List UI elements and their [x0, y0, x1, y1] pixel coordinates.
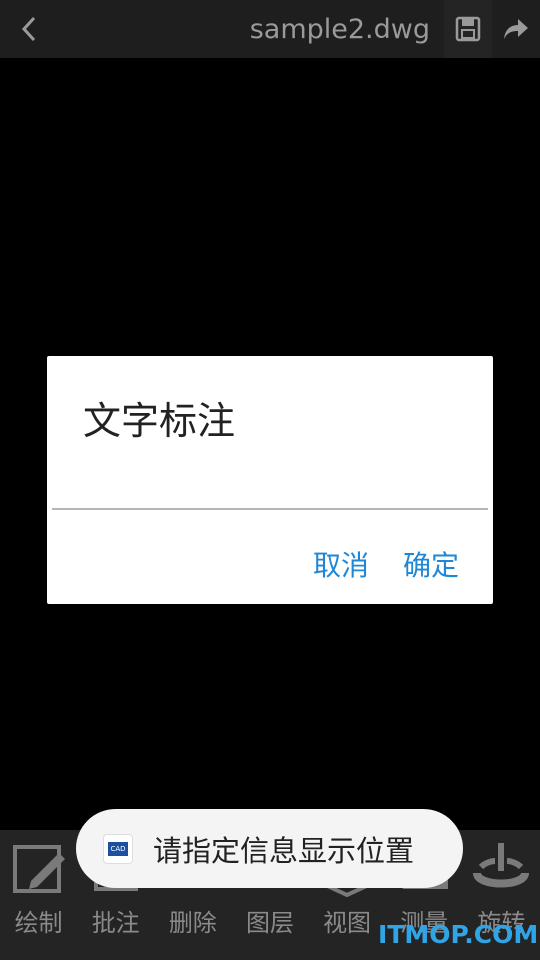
top-app-bar: sample2.dwg — [0, 0, 540, 58]
cancel-button[interactable]: 取消 — [313, 544, 369, 584]
tool-draw[interactable]: 绘制 — [0, 830, 77, 960]
save-icon — [455, 16, 481, 42]
back-button[interactable] — [0, 0, 58, 58]
text-annotation-dialog: 文字标注 取消 确定 — [47, 356, 493, 604]
share-button[interactable] — [492, 0, 540, 58]
tool-label: 图层 — [245, 909, 294, 937]
watermark: ITMOP.COM — [378, 920, 539, 949]
save-button[interactable] — [444, 0, 492, 58]
toast-message: CAD 请指定信息显示位置 — [76, 809, 463, 888]
tool-label: 删除 — [168, 909, 217, 937]
cad-app-icon: CAD — [103, 833, 133, 864]
dialog-title: 文字标注 — [83, 399, 236, 443]
toast-text: 请指定信息显示位置 — [153, 833, 415, 868]
tool-label: 绘制 — [14, 909, 63, 937]
pencil-icon — [12, 845, 65, 893]
chevron-left-icon — [21, 16, 36, 42]
confirm-button[interactable]: 确定 — [403, 544, 459, 584]
rotate-icon — [473, 843, 530, 888]
annotation-text-input[interactable] — [52, 476, 488, 510]
cad-app-icon-text: CAD — [108, 841, 128, 856]
dialog-actions: 取消 确定 — [313, 544, 459, 584]
tool-label: 视图 — [323, 909, 372, 937]
tool-label: 批注 — [91, 909, 140, 937]
share-icon — [504, 19, 528, 39]
document-title: sample2.dwg — [249, 13, 430, 45]
